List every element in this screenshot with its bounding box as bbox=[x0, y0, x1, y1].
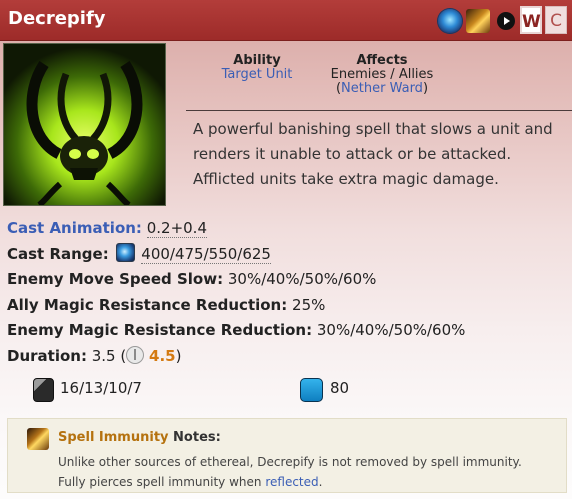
ability-title: Decrepify bbox=[8, 8, 106, 29]
notes-label: Notes: bbox=[173, 430, 221, 445]
ally-mr-value: 25% bbox=[292, 295, 326, 314]
cast-range-label: Cast Range: bbox=[7, 244, 109, 263]
duration-talent-value: 4.5 bbox=[149, 346, 176, 365]
stat-duration: Duration: 3.5 ( 4.5) bbox=[7, 344, 465, 370]
cast-animation-value: 0.2+0.4 bbox=[146, 219, 207, 238]
move-slow-label: Enemy Move Speed Slow: bbox=[7, 270, 224, 289]
w-hotkey-button[interactable]: W bbox=[520, 6, 542, 34]
stat-enemy-mr: Enemy Magic Resistance Reduction: 30%/40… bbox=[7, 318, 465, 344]
ethereal-icon[interactable] bbox=[438, 9, 462, 33]
ability-type-value[interactable]: Target Unit bbox=[212, 68, 302, 82]
stat-cast-animation: Cast Animation: 0.2+0.4 bbox=[7, 216, 465, 242]
enemy-mr-value: 30%/40%/50%/60% bbox=[316, 321, 466, 340]
spell-immunity-icon[interactable] bbox=[466, 9, 490, 33]
cast-animation-label[interactable]: Cast Animation: bbox=[7, 219, 142, 237]
mana-cost-value: 80 bbox=[330, 379, 350, 397]
duration-label: Duration: bbox=[7, 346, 87, 365]
mana-icon bbox=[300, 378, 323, 402]
ability-portrait bbox=[3, 43, 166, 206]
stat-ally-mr: Ally Magic Resistance Reduction: 25% bbox=[7, 293, 465, 319]
affects-block: Affects Enemies / Allies (Nether Ward) bbox=[322, 54, 442, 96]
affects-label: Affects bbox=[356, 53, 408, 68]
cast-range-value: 400/475/550/625 bbox=[141, 244, 271, 264]
spell-immunity-link[interactable]: Spell Immunity bbox=[58, 430, 169, 445]
talent-tree-icon[interactable] bbox=[126, 345, 145, 364]
spell-immunity-notes-icon bbox=[27, 428, 49, 450]
ability-type-label: Ability bbox=[233, 53, 281, 68]
cooldown-icon bbox=[33, 378, 54, 402]
ability-card: Decrepify W C Ability Target Unit Affect… bbox=[0, 0, 572, 499]
duration-paren-close: ) bbox=[175, 346, 182, 365]
header-divider bbox=[186, 110, 572, 111]
stat-move-slow: Enemy Move Speed Slow: 30%/40%/50%/60% bbox=[7, 267, 465, 293]
aether-lens-icon bbox=[115, 242, 135, 262]
affects-paren-close: ) bbox=[422, 81, 429, 96]
play-icon[interactable] bbox=[497, 12, 515, 30]
ally-mr-label: Ally Magic Resistance Reduction: bbox=[7, 295, 288, 314]
title-bar: Decrepify W C bbox=[0, 0, 572, 41]
notes-line-2-suffix: . bbox=[318, 475, 323, 489]
notes-line-2: Fully pierces spell immunity when reflec… bbox=[58, 475, 322, 489]
duration-value: 3.5 bbox=[91, 346, 116, 365]
affects-extra: (Nether Ward) bbox=[322, 82, 442, 96]
reflected-link[interactable]: reflected bbox=[265, 475, 318, 489]
notes-heading: Spell Immunity Notes: bbox=[58, 430, 221, 445]
notes-box: Spell Immunity Notes: Unlike other sourc… bbox=[7, 418, 567, 493]
nether-ward-link[interactable]: Nether Ward bbox=[341, 81, 423, 96]
affects-value: Enemies / Allies bbox=[330, 67, 434, 82]
move-slow-value: 30%/40%/50%/60% bbox=[227, 270, 377, 289]
notes-line-1: Unlike other sources of ethereal, Decrep… bbox=[58, 455, 522, 469]
stats-list: Cast Animation: 0.2+0.4 Cast Range: 400/… bbox=[7, 216, 465, 370]
ability-description: A powerful banishing spell that slows a … bbox=[193, 120, 553, 188]
enemy-mr-label: Enemy Magic Resistance Reduction: bbox=[7, 321, 313, 340]
ability-type-block: Ability Target Unit bbox=[212, 54, 302, 82]
c-hotkey-button[interactable]: C bbox=[545, 6, 567, 34]
stat-cast-range: Cast Range: 400/475/550/625 bbox=[7, 242, 465, 268]
cooldown-value: 16/13/10/7 bbox=[60, 379, 142, 397]
notes-line-2-prefix: Fully pierces spell immunity when bbox=[58, 475, 262, 489]
